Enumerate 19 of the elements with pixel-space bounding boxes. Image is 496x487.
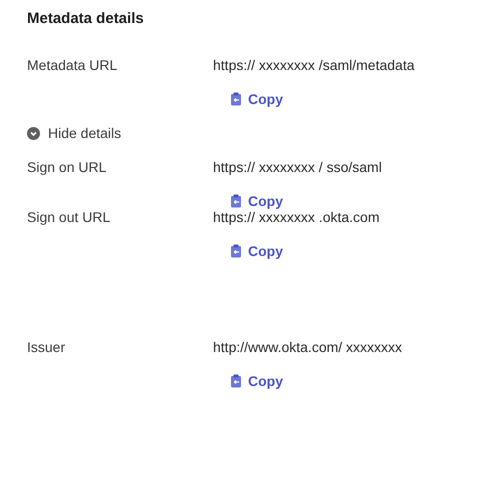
url-value: http://www.okta.com/ xxxxxxxx <box>213 339 404 355</box>
field-label: Sign out URL <box>27 209 112 225</box>
field-label: Metadata URL <box>27 57 118 73</box>
url-value: https:// xxxxxxxx / sso/saml <box>213 159 383 175</box>
clipboard-icon <box>230 244 242 258</box>
url-value: https:// xxxxxxxx /saml/metadata <box>213 57 416 73</box>
copy-button[interactable]: Copy <box>230 193 283 209</box>
clipboard-icon <box>230 194 242 208</box>
hide-details-toggle[interactable]: Hide details <box>27 125 122 141</box>
copy-button[interactable]: Copy <box>230 373 283 389</box>
clipboard-icon <box>230 374 242 388</box>
url-value: https:// xxxxxxxx .okta.com <box>213 209 380 225</box>
field-label: Issuer <box>27 339 66 355</box>
copy-button[interactable]: Copy <box>230 243 283 259</box>
copy-button[interactable]: Copy <box>230 91 283 107</box>
chevron-icon <box>27 126 40 140</box>
clipboard-icon <box>230 92 242 106</box>
field-label: Sign on URL <box>27 159 108 175</box>
section-title: Metadata details <box>27 10 145 27</box>
